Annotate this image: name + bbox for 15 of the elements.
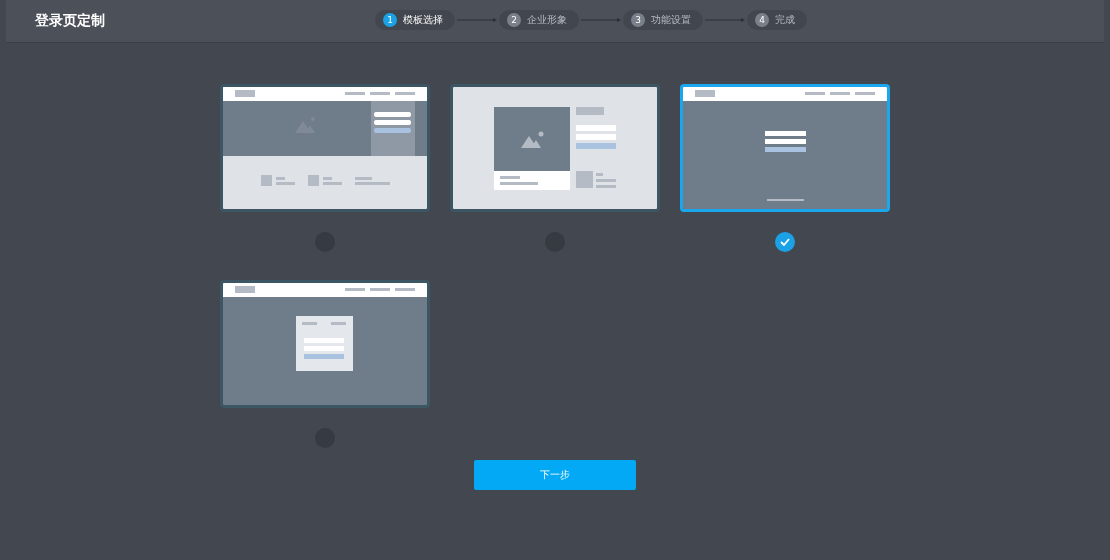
step-connector-arrow <box>705 17 745 23</box>
step-label: 企业形象 <box>527 13 567 27</box>
radio-button[interactable] <box>775 232 795 252</box>
step-label: 功能设置 <box>651 13 691 27</box>
next-button[interactable]: 下一步 <box>474 460 636 490</box>
step-number: 1 <box>383 13 397 27</box>
step-number: 3 <box>631 13 645 27</box>
step-label: 完成 <box>775 13 795 27</box>
page-title: 登录页定制 <box>35 12 105 30</box>
step-label: 模板选择 <box>403 13 443 27</box>
step-connector-arrow <box>457 17 497 23</box>
step-number: 2 <box>507 13 521 27</box>
check-icon <box>780 238 790 246</box>
step-connector-arrow <box>581 17 621 23</box>
step-number: 4 <box>755 13 769 27</box>
